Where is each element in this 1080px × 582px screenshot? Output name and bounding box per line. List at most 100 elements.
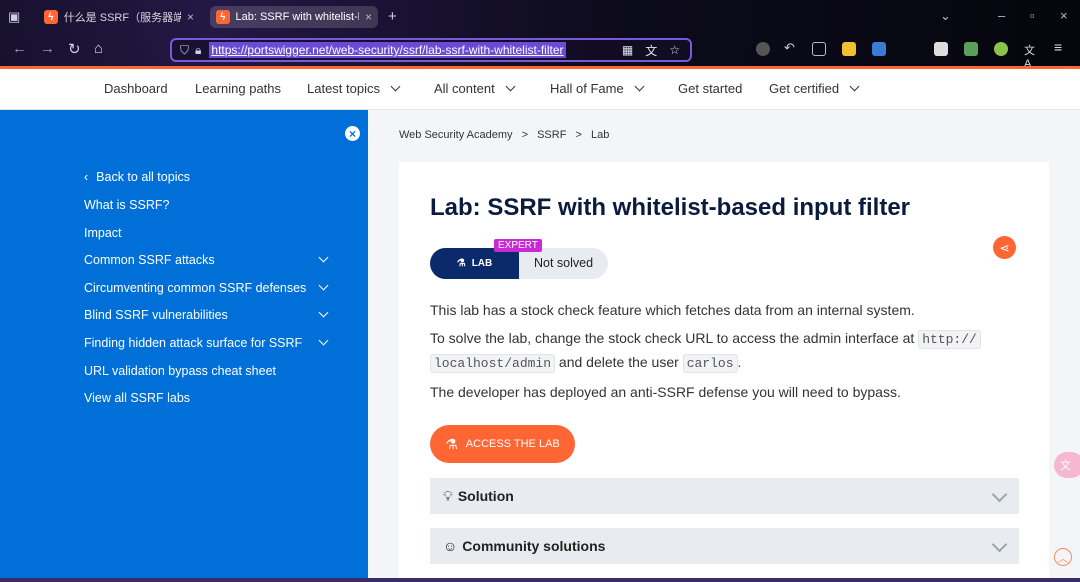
forward-icon[interactable]: → [40,40,55,57]
breadcrumb-lab[interactable]: Lab [591,129,609,141]
sidebar-item-url-bypass-cheat-sheet[interactable]: URL validation bypass cheat sheet [84,364,276,378]
lock-icon[interactable]: 🔒︎ [195,43,201,58]
browser-chrome: ▣ ϟ 什么是 SSRF（服务器端请求伪… × ϟ Lab: SSRF with… [0,0,1080,70]
para-text: To solve the lab, change the stock check… [430,330,915,346]
floating-translate-icon[interactable]: 文 [1054,452,1080,478]
chevron-down-icon [849,81,860,92]
close-tab-icon[interactable]: × [365,10,372,24]
minimize-icon[interactable]: – [998,8,1005,23]
code-url: localhost/admin [430,354,556,373]
qr-icon[interactable]: ▦ [622,43,639,57]
menu-icon[interactable]: ≡ [1054,39,1068,55]
burp-extension-icon[interactable] [842,42,856,56]
access-lab-label: ACCESS THE LAB [465,438,560,450]
translate-extension-icon[interactable]: 文A [1024,42,1038,70]
tab-lab-active[interactable]: ϟ Lab: SSRF with whitelist-base × [210,6,378,28]
nav-hall-of-fame[interactable]: Hall of Fame [550,81,645,96]
tab-menu-icon[interactable]: ▣ [8,9,20,25]
breadcrumb-separator: > [575,129,582,141]
tab-label: Lab: SSRF with whitelist-base [235,11,359,23]
undo-icon[interactable]: ↶ [784,40,798,55]
sidebar-item-circumventing-defenses[interactable]: Circumventing common SSRF defenses [84,281,306,295]
extension-icon[interactable] [812,42,826,56]
sidebar-item-blind-ssrf[interactable]: Blind SSRF vulnerabilities [84,308,228,322]
sidebar-item-common-attacks[interactable]: Common SSRF attacks [84,253,215,267]
sidebar-item-impact[interactable]: Impact [84,226,122,240]
access-lab-button[interactable]: ⚗ ACCESS THE LAB [430,425,575,463]
chevron-down-icon[interactable] [318,335,329,346]
shield-icon[interactable]: ⛉ [180,43,189,58]
nav-label: Get certified [769,81,840,96]
portswigger-favicon-icon: ϟ [44,10,58,24]
address-bar[interactable]: ⛉ 🔒︎ https://portswigger.net/web-securit… [170,38,692,62]
reload-icon[interactable]: ↻ [68,40,81,58]
share-icon[interactable]: ⋖ [993,236,1016,259]
translate-icon[interactable]: 文 [645,42,663,59]
taskbar-strip [0,578,1080,582]
extension-icon[interactable] [756,42,770,56]
sidebar-item-what-is-ssrf[interactable]: What is SSRF? [84,198,169,212]
extension-icon[interactable] [964,42,978,56]
sidebar-back-link[interactable]: ‹ Back to all topics [84,170,190,184]
nav-label: All content [434,81,495,96]
nav-dashboard[interactable]: Dashboard [104,81,168,96]
status-text: Not solved [534,256,594,270]
notification-extension-icon[interactable] [934,42,948,56]
lab-badge: ⚗ LAB [430,248,519,279]
tab-ssrf-article[interactable]: ϟ 什么是 SSRF（服务器端请求伪… × [38,6,200,28]
breadcrumb-academy[interactable]: Web Security Academy [399,129,513,141]
description-para-3: The developer has deployed an anti-SSRF … [430,384,901,400]
navigation-toolbar: ← → ↻ ⌂ ⛉ 🔒︎ https://portswigger.net/web… [0,36,1080,70]
chevron-down-icon[interactable] [318,307,329,318]
solution-label: Solution [457,488,514,504]
home-icon[interactable]: ⌂ [94,40,103,57]
sidebar-item-view-all-labs[interactable]: View all SSRF labs [84,391,190,405]
nav-label: Latest topics [307,81,380,96]
new-tab-icon[interactable]: + [388,8,397,25]
page-title: Lab: SSRF with whitelist-based input fil… [430,194,911,221]
nav-get-started[interactable]: Get started [678,81,742,96]
nav-all-content[interactable]: All content [434,81,516,96]
nav-learning-paths[interactable]: Learning paths [195,81,281,96]
para-text: and delete the user [558,354,679,370]
sidebar-item-hidden-attack-surface[interactable]: Finding hidden attack surface for SSRF [84,336,302,350]
nav-get-certified[interactable]: Get certified [769,81,860,96]
save-icon[interactable] [872,42,886,56]
chevron-down-icon [634,81,645,92]
chevron-down-icon[interactable] [318,280,329,291]
description-para-2-line-1: To solve the lab, change the stock check… [430,330,981,349]
back-icon[interactable]: ← [12,40,27,57]
level-badge: EXPERT [494,239,542,252]
restore-icon[interactable]: ▫ [1030,8,1035,23]
back-label: Back to all topics [96,170,190,184]
url-text[interactable]: https://portswigger.net/web-security/ssr… [209,42,566,58]
solution-accordion[interactable]: 💡︎ Solution [430,478,1019,514]
site-navigation: Dashboard Learning paths Latest topics A… [0,69,1080,110]
breadcrumb: Web Security Academy > SSRF > Lab [399,129,609,141]
scroll-top-icon[interactable]: ︿ [1054,548,1072,566]
chevron-down-icon [390,81,401,92]
flask-icon: ⚗ [445,435,458,452]
tab-label: 什么是 SSRF（服务器端请求伪… [63,12,181,24]
breadcrumb-separator: > [521,129,529,141]
community-solutions-accordion[interactable]: ☺ Community solutions [430,528,1019,564]
nav-latest-topics[interactable]: Latest topics [307,81,401,96]
flask-icon: ⚗ [456,258,466,269]
description-para-1: This lab has a stock check feature which… [430,302,915,318]
close-tab-icon[interactable]: × [187,10,194,24]
sidebar: × ‹ Back to all topics What is SSRF? Impa… [0,110,368,582]
chevron-left-icon: ‹ [84,170,89,184]
community-label: Community solutions [462,538,606,554]
community-icon: ☺ [443,538,458,554]
description-para-2-line-2: localhost/admin and delete the user carl… [430,354,742,373]
chevron-down-icon[interactable] [318,252,329,263]
tab-list-icon[interactable]: ⌄ [940,8,951,24]
chevron-down-icon [991,536,1008,553]
star-icon[interactable]: ☆ [669,43,686,57]
close-sidebar-icon[interactable]: × [345,126,360,141]
close-window-icon[interactable]: × [1060,8,1068,23]
code-url: http:// [918,330,981,349]
extension-icon[interactable] [994,42,1008,56]
breadcrumb-ssrf[interactable]: SSRF [537,129,566,141]
para-text: . [737,354,742,370]
